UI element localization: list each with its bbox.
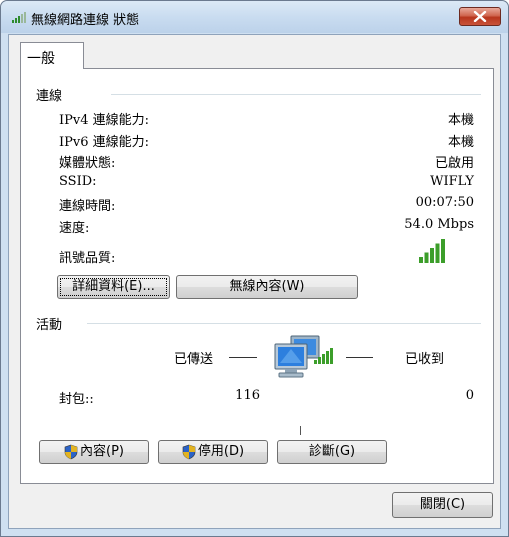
network-computers-icon (274, 335, 333, 378)
received-label: 已收到 (405, 352, 445, 367)
packets-label: 封包:: (59, 392, 94, 407)
details-button[interactable]: 詳細資料(E)... (57, 275, 170, 299)
tab-panel: 連線 IPv4 連線能力: 本機 IPv6 連線能力: 本機 媒體狀態: 已啟用… (20, 68, 494, 484)
signal-bar (424, 252, 429, 263)
title-bar[interactable]: 無線網路連線 狀態 (1, 1, 508, 33)
media-state-value: 已啟用 (434, 156, 474, 171)
sent-label: 已傳送 (174, 352, 214, 367)
ipv6-value: 本機 (447, 135, 474, 150)
tab-general[interactable]: 一般 (20, 42, 84, 69)
connection-heading: 連線 (36, 89, 63, 104)
dialog-body: 一般 連線 IPv4 連線能力: 本機 IPv6 連線能力: 本機 媒體狀態: … (8, 34, 501, 529)
sent-line (229, 357, 257, 358)
packet-divider (300, 426, 301, 435)
speed-value: 54.0 Mbps (404, 217, 474, 232)
properties-button[interactable]: 內容(P) (39, 440, 149, 464)
disable-label: 停用(D) (197, 444, 245, 459)
packets-sent-value: 116 (235, 388, 260, 403)
disable-button[interactable]: 停用(D) (158, 440, 268, 464)
properties-label: 內容(P) (80, 444, 124, 459)
signal-strength-icon (419, 239, 445, 263)
packets-received-value: 0 (465, 388, 474, 403)
wireless-properties-button[interactable]: 無線內容(W) (176, 275, 358, 299)
uac-shield-icon (64, 444, 78, 459)
signal-bar (430, 248, 434, 263)
window-title: 無線網路連線 狀態 (31, 13, 140, 28)
connection-divider (111, 94, 481, 95)
activity-heading: 活動 (36, 318, 63, 333)
status-window: 無線網路連線 狀態 一般 連線 IPv4 連線能力: 本機 IPv6 連線能力:… (0, 0, 509, 537)
close-icon (473, 11, 487, 22)
uac-shield-icon (182, 444, 196, 459)
signal-bar (441, 239, 445, 263)
diagnose-button[interactable]: 診斷(G) (277, 440, 387, 464)
activity-divider (87, 323, 481, 324)
ipv6-label: IPv6 連線能力: (59, 135, 150, 150)
ipv4-value: 本機 (447, 113, 474, 128)
signal-quality-label: 訊號品質: (59, 251, 116, 266)
speed-label: 速度: (59, 221, 90, 236)
signal-bar (435, 243, 440, 263)
media-state-label: 媒體狀態: (59, 156, 116, 171)
received-line (346, 357, 373, 358)
tab-general-label: 一般 (27, 51, 55, 67)
ssid-label: SSID: (59, 174, 97, 189)
signal-bar (419, 257, 423, 263)
duration-label: 連線時間: (59, 199, 116, 214)
wireless-signal-icon (12, 12, 26, 23)
ipv4-label: IPv4 連線能力: (59, 113, 150, 128)
duration-value: 00:07:50 (415, 195, 474, 210)
close-button[interactable]: 關閉(C) (392, 492, 493, 518)
ssid-value: WIFLY (430, 174, 474, 189)
window-close-button[interactable] (459, 7, 501, 26)
